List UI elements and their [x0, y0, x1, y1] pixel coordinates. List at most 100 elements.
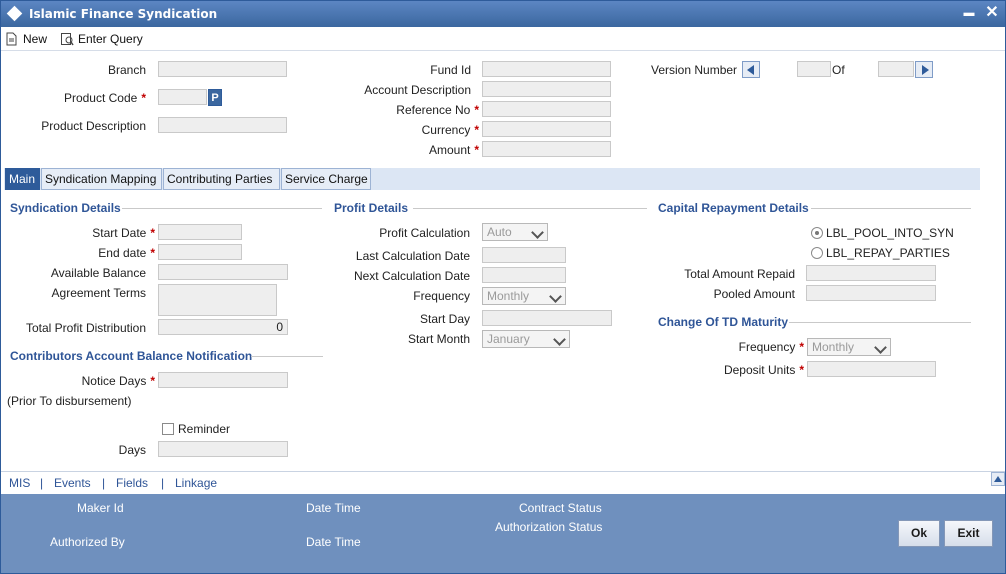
- pool-into-syn-label: LBL_POOL_INTO_SYN: [826, 226, 954, 240]
- capital-divider: [811, 208, 971, 209]
- window-title: Islamic Finance Syndication: [29, 7, 218, 21]
- contributors-divider: [251, 356, 323, 357]
- new-document-icon: [5, 32, 19, 46]
- end-date-input[interactable]: [158, 244, 242, 260]
- ok-button[interactable]: Ok: [898, 520, 940, 547]
- agreement-terms-label: Agreement Terms: [51, 286, 146, 300]
- minimize-button[interactable]: ▬: [959, 3, 979, 23]
- profit-calculation-select[interactable]: Auto: [482, 223, 548, 241]
- deposit-units-input[interactable]: [807, 361, 936, 377]
- repay-parties-label: LBL_REPAY_PARTIES: [826, 246, 950, 260]
- capital-repayment-title: Capital Repayment Details: [658, 201, 809, 215]
- td-frequency-select[interactable]: Monthly: [807, 338, 891, 356]
- chevron-down-icon: [876, 342, 886, 352]
- account-description-label: Account Description: [364, 83, 471, 97]
- start-day-input[interactable]: [482, 310, 612, 326]
- amount-input[interactable]: [482, 141, 611, 157]
- linkage-link[interactable]: Linkage: [175, 476, 217, 490]
- pool-into-syn-radio[interactable]: [811, 227, 823, 239]
- toolbar: New Enter Query: [1, 27, 1005, 51]
- syndication-divider: [122, 208, 322, 209]
- events-link[interactable]: Events: [54, 476, 91, 490]
- version-total-input[interactable]: [878, 61, 914, 77]
- exit-button[interactable]: Exit: [944, 520, 993, 547]
- start-month-select[interactable]: January: [482, 330, 570, 348]
- chevron-down-icon: [555, 334, 565, 344]
- authorization-status-label: Authorization Status: [495, 520, 603, 534]
- notice-days-input[interactable]: [158, 372, 288, 388]
- profit-frequency-select[interactable]: Monthly: [482, 287, 566, 305]
- tab-bar: Main Syndication Mapping Contributing Pa…: [4, 168, 980, 190]
- reminder-checkbox[interactable]: [162, 423, 174, 435]
- profit-calculation-label: Profit Calculation: [379, 226, 470, 240]
- enter-query-button[interactable]: Enter Query: [60, 30, 143, 48]
- next-calculation-date-label: Next Calculation Date: [353, 269, 470, 283]
- profit-frequency-value: Monthly: [487, 289, 530, 303]
- version-current-input[interactable]: [797, 61, 831, 77]
- audit-footer: [1, 494, 1005, 573]
- version-next-button[interactable]: [915, 61, 933, 78]
- tab-service-charge[interactable]: Service Charge: [281, 168, 371, 190]
- links-separator: |: [40, 476, 44, 490]
- pooled-amount-input[interactable]: [806, 285, 936, 301]
- prior-to-disbursement-label: (Prior To disbursement): [7, 394, 132, 408]
- total-amount-repaid-label: Total Amount Repaid: [684, 267, 795, 281]
- islamic-finance-syndication-window: Islamic Finance Syndication ▬ ✕ New Ente…: [0, 0, 1006, 574]
- currency-input[interactable]: [482, 121, 611, 137]
- product-code-input[interactable]: [158, 89, 207, 105]
- app-diamond-icon: [6, 5, 23, 22]
- reference-no-input[interactable]: [482, 101, 611, 117]
- fields-link[interactable]: Fields: [116, 476, 148, 490]
- tab-main[interactable]: Main: [5, 168, 40, 190]
- last-calculation-date-input[interactable]: [482, 247, 566, 263]
- new-button[interactable]: New: [5, 30, 47, 48]
- links-bar: MIS | Events | Fields | Linkage: [1, 471, 1005, 493]
- total-amount-repaid-input[interactable]: [806, 265, 936, 281]
- tab-syndication-mapping[interactable]: Syndication Mapping: [41, 168, 162, 190]
- fund-id-label: Fund Id: [430, 63, 471, 77]
- query-icon: [60, 32, 74, 46]
- next-calculation-date-input[interactable]: [482, 267, 566, 283]
- chevron-down-icon: [533, 227, 543, 237]
- total-profit-distribution-input[interactable]: 0: [158, 319, 288, 335]
- profit-calculation-value: Auto: [487, 225, 512, 239]
- available-balance-label: Available Balance: [50, 266, 146, 280]
- branch-label: Branch: [107, 63, 146, 77]
- contributors-notification-title: Contributors Account Balance Notificatio…: [10, 349, 253, 363]
- version-previous-button[interactable]: [742, 61, 760, 78]
- contract-status-label: Contract Status: [519, 501, 602, 515]
- mis-link[interactable]: MIS: [9, 476, 30, 490]
- td-frequency-label: Frequency *: [738, 340, 804, 354]
- td-maturity-title: Change Of TD Maturity: [658, 315, 789, 329]
- start-month-label: Start Month: [407, 332, 470, 346]
- reference-no-label: Reference No *: [396, 103, 479, 117]
- links-separator: |: [161, 476, 165, 490]
- tab-contributing-parties[interactable]: Contributing Parties: [163, 168, 280, 190]
- deposit-units-label: Deposit Units *: [723, 363, 804, 377]
- authorized-date-time-label: Date Time: [306, 535, 361, 549]
- currency-label: Currency *: [421, 123, 479, 137]
- chevron-down-icon: [551, 291, 561, 301]
- start-month-value: January: [487, 332, 530, 346]
- repay-parties-radio[interactable]: [811, 247, 823, 259]
- authorized-by-label: Authorized By: [50, 535, 125, 549]
- start-date-input[interactable]: [158, 224, 242, 240]
- amount-label: Amount *: [428, 143, 479, 157]
- available-balance-input[interactable]: [158, 264, 288, 280]
- syndication-details-title: Syndication Details: [10, 201, 121, 215]
- start-day-label: Start Day: [419, 312, 470, 326]
- agreement-terms-textarea[interactable]: [158, 284, 277, 316]
- close-button[interactable]: ✕: [982, 3, 1002, 23]
- product-description-input[interactable]: [158, 117, 287, 133]
- arrow-left-icon: [747, 65, 754, 75]
- product-code-lov-button[interactable]: P: [208, 89, 222, 106]
- maker-date-time-label: Date Time: [306, 501, 361, 515]
- td-maturity-divider: [789, 322, 971, 323]
- account-description-input[interactable]: [482, 81, 611, 97]
- fund-id-input[interactable]: [482, 61, 611, 77]
- product-code-label: Product Code *: [63, 91, 146, 105]
- scroll-up-arrow-icon[interactable]: [991, 472, 1005, 486]
- days-input[interactable]: [158, 441, 288, 457]
- branch-input[interactable]: [158, 61, 287, 77]
- new-label: New: [23, 32, 48, 46]
